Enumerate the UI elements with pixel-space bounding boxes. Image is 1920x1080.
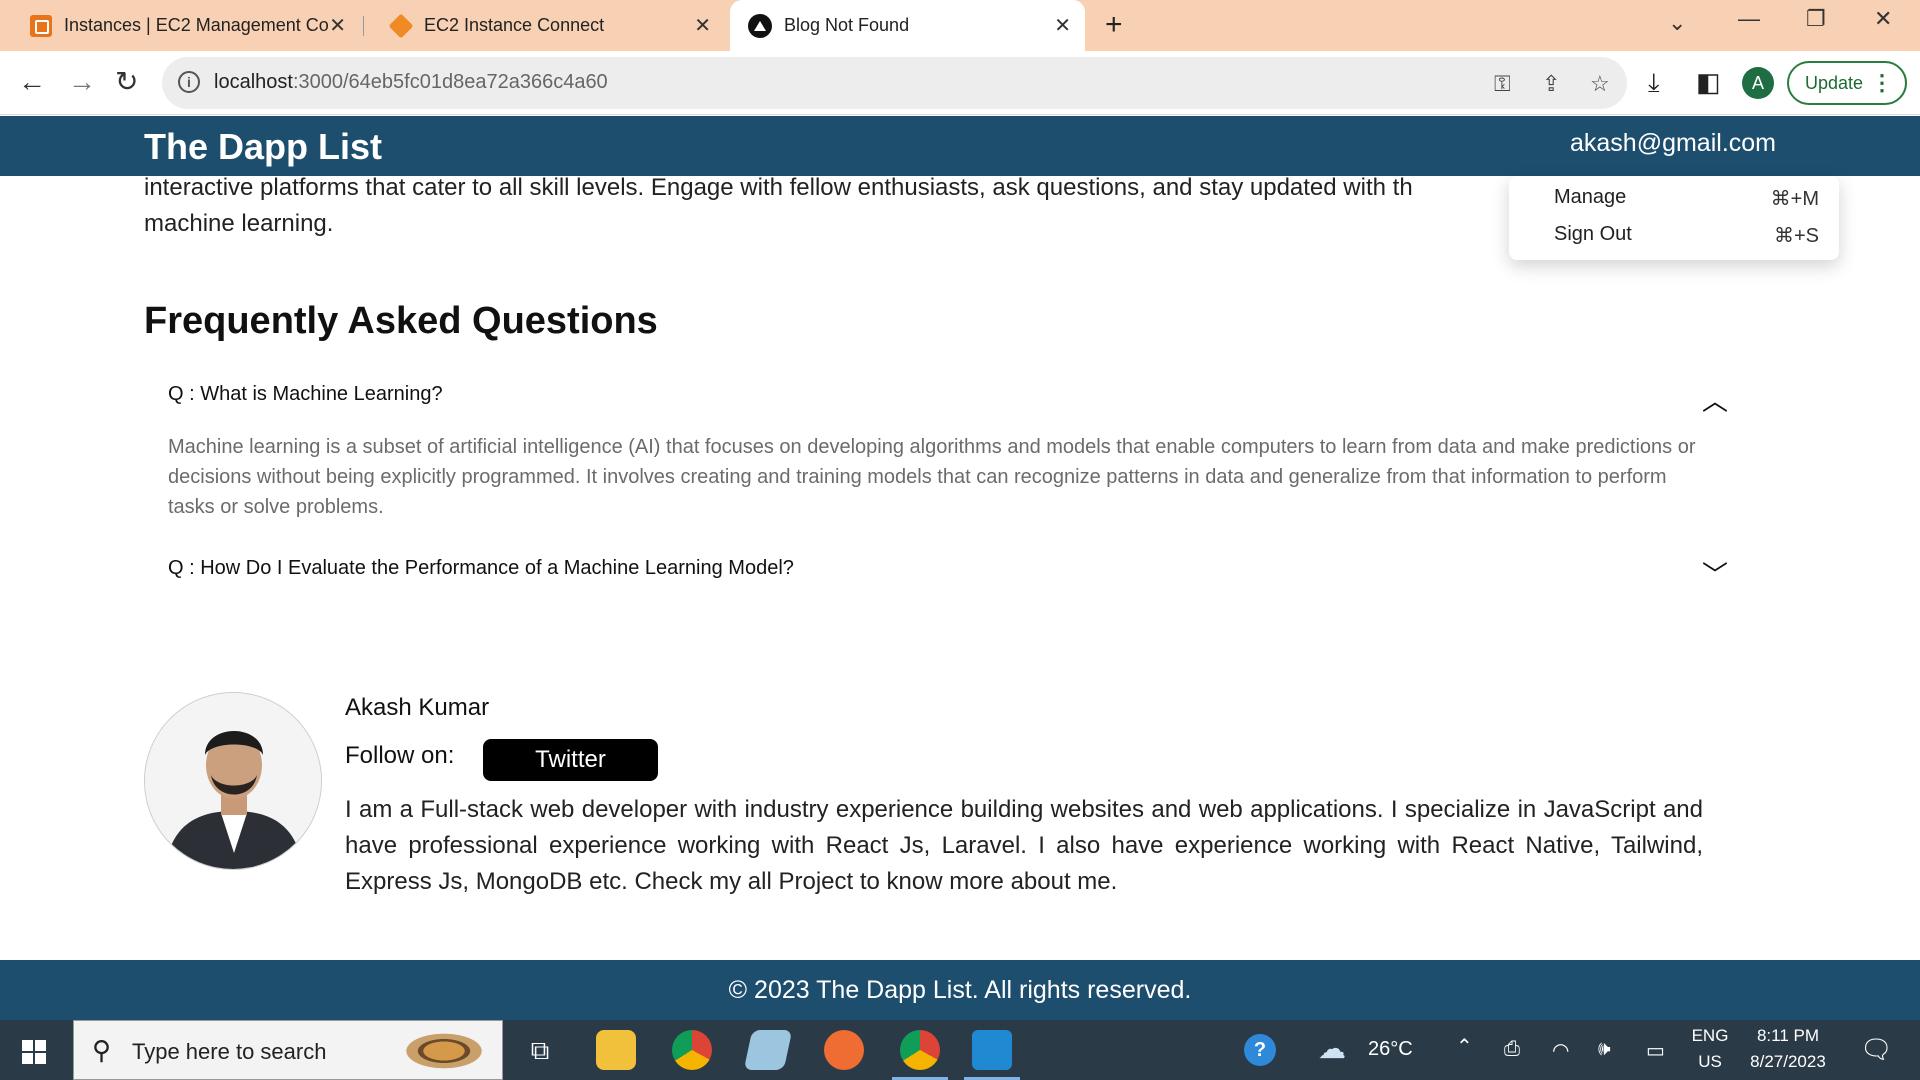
author-bio: I am a Full-stack web developer with ind… <box>345 796 1703 895</box>
key-icon[interactable]: ⚿ <box>1494 71 1511 97</box>
search-icon: ⚲ <box>92 1035 112 1065</box>
close-icon[interactable]: ✕ <box>694 13 711 38</box>
site-header: The Dapp List akash@gmail.com <box>0 116 1920 176</box>
window-close-icon[interactable]: ✕ <box>1874 6 1892 32</box>
tab-title: Blog Not Found <box>784 15 910 35</box>
back-icon[interactable]: ← <box>18 66 46 98</box>
more-vert-icon: ⋮ <box>1871 70 1893 95</box>
site-title[interactable]: The Dapp List <box>144 126 382 168</box>
weather-cloud-icon[interactable]: ☁ <box>1318 1032 1346 1065</box>
faq-question[interactable]: Q : What is Machine Learning? ︿ <box>168 383 1728 416</box>
address-bar[interactable]: i localhost:3000/64eb5fc01d8ea72a366c4a6… <box>162 57 1627 109</box>
tab-search-chevron-icon[interactable]: ⌄ <box>1668 10 1686 36</box>
update-button[interactable]: Update ⋮ <box>1787 61 1907 105</box>
user-email[interactable]: akash@gmail.com <box>1570 129 1776 158</box>
site-info-icon[interactable]: i <box>178 71 200 93</box>
menu-item-manage[interactable]: Manage ⌘+M <box>1554 186 1819 210</box>
browser-tab-bar: Instances | EC2 Management Console ✕ EC2… <box>0 0 1920 51</box>
meet-icon[interactable]: ⎙ <box>1504 1038 1520 1061</box>
menu-item-label: Manage <box>1554 186 1627 208</box>
menu-item-label: Sign Out <box>1554 223 1632 245</box>
faq-question[interactable]: Q : How Do I Evaluate the Performance of… <box>168 557 1728 590</box>
intro-paragraph: interactive platforms that cater to all … <box>144 170 1504 242</box>
menu-shortcut: ⌘+S <box>1773 225 1819 247</box>
search-placeholder: Type here to search <box>132 1039 327 1064</box>
battery-icon[interactable]: ▭ <box>1646 1038 1665 1063</box>
tab-title: Instances | EC2 Management Console <box>64 15 329 35</box>
close-icon[interactable]: ✕ <box>329 13 346 38</box>
faq-heading: Frequently Asked Questions <box>144 300 658 342</box>
notification-icon[interactable]: 🗨 <box>1860 1034 1893 1065</box>
saturn-illustration-icon <box>396 1029 492 1073</box>
share-icon[interactable]: ⇪ <box>1542 71 1560 97</box>
temperature[interactable]: 26°C <box>1368 1038 1413 1061</box>
person-silhouette-icon <box>145 693 321 869</box>
minimize-icon[interactable]: — <box>1738 6 1760 32</box>
author-avatar <box>144 692 322 870</box>
tab-blog-not-found[interactable]: Blog Not Found ✕ <box>730 0 1085 51</box>
postman-icon[interactable] <box>824 1030 864 1070</box>
chrome-profile-icon[interactable] <box>892 1030 948 1080</box>
chrome-icon[interactable] <box>672 1030 712 1070</box>
tab-ec2-instances[interactable]: Instances | EC2 Management Console ✕ <box>10 0 360 51</box>
url-host: localhost <box>214 71 293 93</box>
menu-shortcut: ⌘+M <box>1770 188 1819 210</box>
aws-cube-icon <box>388 13 414 38</box>
browser-toolbar: ← → ↻ i localhost:3000/64eb5fc01d8ea72a3… <box>0 51 1920 115</box>
twitter-button[interactable]: Twitter <box>483 739 658 781</box>
faq-question-text: Q : How Do I Evaluate the Performance of… <box>168 557 794 579</box>
profile-avatar[interactable]: A <box>1742 67 1774 99</box>
chevron-up-icon[interactable]: ︿ <box>1702 381 1728 418</box>
intro-line: machine learning. <box>144 210 334 237</box>
windows-start-icon[interactable] <box>22 1040 46 1064</box>
faq-answer: Machine learning is a subset of artifici… <box>168 436 1696 518</box>
side-panel-icon[interactable]: ◧ <box>1696 67 1721 98</box>
windows-taskbar: ⚲ Type here to search ⧉ ? ☁ 26°C ⌃ ⎙ ◠ 🕪… <box>0 1020 1920 1080</box>
author-name: Akash Kumar <box>345 694 490 721</box>
forward-icon[interactable]: → <box>68 66 96 98</box>
wifi-icon[interactable]: ◠ <box>1552 1038 1569 1063</box>
follow-label: Follow on: <box>345 742 455 769</box>
site-footer: © 2023 The Dapp List. All rights reserve… <box>0 960 1920 1020</box>
aws-console-icon <box>30 14 52 37</box>
volume-icon[interactable]: 🕪 <box>1598 1038 1611 1061</box>
user-dropdown-menu: Manage ⌘+M Sign Out ⌘+S <box>1509 176 1839 260</box>
close-icon[interactable]: ✕ <box>1054 13 1071 38</box>
tab-ec2-connect[interactable]: EC2 Instance Connect ✕ <box>370 0 725 51</box>
taskbar-search[interactable]: ⚲ Type here to search <box>73 1020 503 1080</box>
restore-icon[interactable]: ❐ <box>1806 6 1826 32</box>
region-label[interactable]: US <box>1688 1052 1732 1072</box>
tab-title: EC2 Instance Connect <box>424 15 605 35</box>
new-tab-icon[interactable]: + <box>1105 8 1123 42</box>
chevron-down-icon[interactable]: ﹀ <box>1702 555 1728 592</box>
update-label: Update <box>1805 72 1864 93</box>
vercel-triangle-icon <box>748 13 772 38</box>
bookmark-star-icon[interactable]: ☆ <box>1590 71 1610 97</box>
reload-icon[interactable]: ↻ <box>115 66 138 98</box>
clock-time[interactable]: 8:11 PM <box>1740 1026 1836 1046</box>
download-icon[interactable]: ⤓ <box>1648 67 1660 99</box>
chevron-up-icon[interactable]: ⌃ <box>1456 1034 1473 1059</box>
task-view-icon[interactable]: ⧉ <box>520 1030 560 1070</box>
help-icon[interactable]: ? <box>1244 1034 1276 1066</box>
clock-date[interactable]: 8/27/2023 <box>1740 1052 1836 1072</box>
menu-item-sign-out[interactable]: Sign Out ⌘+S <box>1554 223 1819 247</box>
vscode-icon[interactable] <box>964 1030 1020 1080</box>
language-label[interactable]: ENG <box>1688 1026 1732 1046</box>
file-explorer-icon[interactable] <box>596 1030 636 1070</box>
tab-divider <box>363 16 364 36</box>
url-path: :3000/64eb5fc01d8ea72a366c4a60 <box>292 71 608 93</box>
url-text[interactable]: localhost:3000/64eb5fc01d8ea72a366c4a60 <box>214 71 608 94</box>
faq-question-text: Q : What is Machine Learning? <box>168 383 443 405</box>
notepad-icon[interactable] <box>743 1030 793 1070</box>
